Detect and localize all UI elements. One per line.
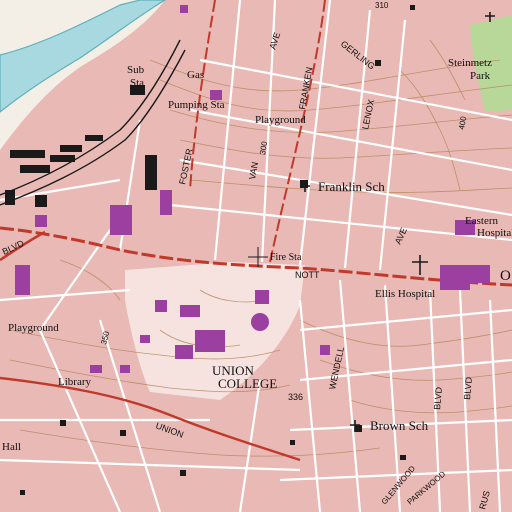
label-blvd-right2: BLVD <box>462 376 474 400</box>
label-fire-sta: Fire Sta <box>270 252 302 263</box>
label-brown-sch: Brown Sch <box>370 418 429 433</box>
label-sub: Sub <box>127 64 145 76</box>
label-ellis-hospital: Ellis Hospital <box>375 288 435 300</box>
label-playground-top: Playground <box>255 114 306 126</box>
label-right-o: O <box>500 268 511 284</box>
label-pumping-sta: Pumping Sta <box>168 99 225 111</box>
label-eastern: Eastern <box>465 215 498 227</box>
label-library: Library <box>58 376 91 388</box>
label-blvd-right1: BLVD <box>432 386 444 410</box>
label-num-336: 336 <box>288 392 303 402</box>
label-college: COLLEGE <box>218 376 277 391</box>
urban-tint-background <box>0 0 512 512</box>
label-franklin-sch: Franklin Sch <box>318 179 385 194</box>
label-sta: Sta <box>130 77 144 89</box>
label-park: Park <box>470 70 491 82</box>
label-steinmetz: Steinmetz <box>448 57 492 69</box>
label-hall: Hall <box>2 441 21 453</box>
label-gas: Gas <box>187 69 204 81</box>
label-num-310: 310 <box>375 1 389 10</box>
label-nott: NOTT <box>295 270 320 280</box>
label-hospital: Hospital <box>477 227 512 239</box>
label-playground-left: Playground <box>8 322 59 334</box>
topographic-map: Sub Sta Gas Pumping Sta Playground FOSTE… <box>0 0 512 512</box>
